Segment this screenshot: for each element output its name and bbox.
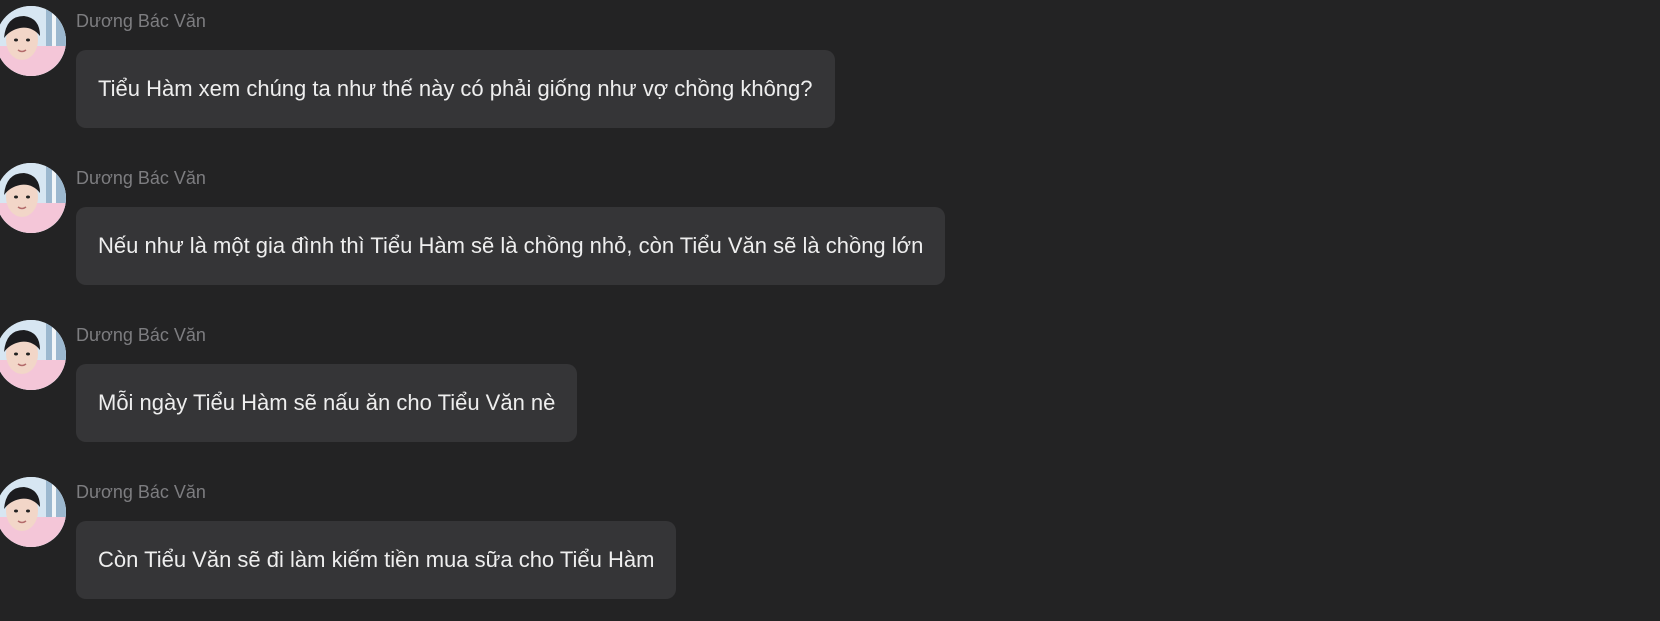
chat-message: Dương Bác Văn Nếu như là một gia đình th… — [0, 157, 1660, 307]
avatar[interactable] — [0, 477, 66, 547]
sender-name: Dương Bác Văn — [76, 482, 206, 502]
chat-message: Dương Bác Văn Còn Tiểu Văn sẽ đi làm kiế… — [0, 471, 1660, 621]
sender-name: Dương Bác Văn — [76, 325, 206, 345]
avatar-photo — [0, 163, 66, 233]
avatar[interactable] — [0, 6, 66, 76]
sender-name: Dương Bác Văn — [76, 168, 206, 188]
sender-name: Dương Bác Văn — [76, 11, 206, 31]
message-bubble[interactable]: Nếu như là một gia đình thì Tiểu Hàm sẽ … — [76, 207, 946, 285]
message-bubble[interactable]: Mỗi ngày Tiểu Hàm sẽ nấu ăn cho Tiểu Văn… — [76, 364, 578, 442]
message-bubble[interactable]: Tiểu Hàm xem chúng ta như thế này có phả… — [76, 50, 835, 128]
chat-message: Dương Bác Văn Mỗi ngày Tiểu Hàm sẽ nấu ă… — [0, 314, 1660, 464]
avatar[interactable] — [0, 320, 66, 390]
chat-message: Dương Bác Văn Tiểu Hàm xem chúng ta như … — [0, 0, 1660, 150]
avatar-photo — [0, 320, 66, 390]
message-bubble[interactable]: Còn Tiểu Văn sẽ đi làm kiếm tiền mua sữa… — [76, 521, 677, 599]
avatar-photo — [0, 477, 66, 547]
avatar-photo — [0, 6, 66, 76]
avatar[interactable] — [0, 163, 66, 233]
